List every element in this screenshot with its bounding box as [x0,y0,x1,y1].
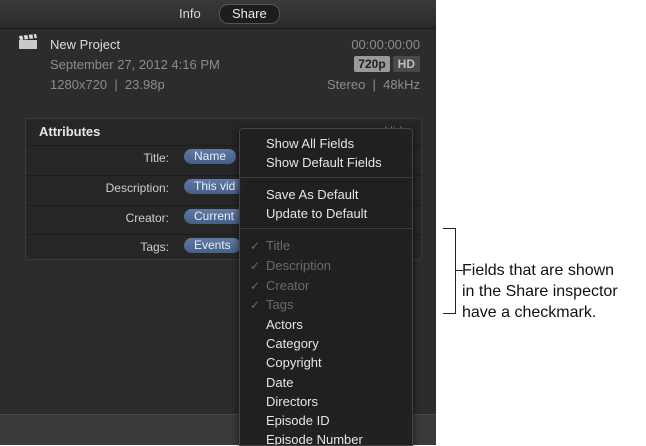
tab-share[interactable]: Share [219,4,280,24]
attributes-heading: Attributes [39,124,101,139]
checkmark-icon: ✓ [250,279,261,293]
checkmark-icon: ✓ [250,259,261,273]
menu-item-description[interactable]: Description [266,258,331,273]
attribute-token[interactable]: Events [184,238,241,253]
menu-item-show-all-fields[interactable]: Show All Fields [266,136,354,151]
attribute-label: Description: [105,181,169,195]
menu-item-actors[interactable]: Actors [266,317,303,332]
attribute-token[interactable]: Name [184,149,237,164]
project-audio: Stereo | 48kHz [327,77,420,92]
callout-bracket [443,228,456,314]
callout-line-1: Fields that are shown [462,262,615,279]
callout-line-3: have a checkmark. [462,304,597,321]
menu-item-title[interactable]: Title [266,238,290,253]
checkmark-icon: ✓ [250,298,261,312]
inspector-tab-bar: Info Share [0,0,436,29]
hd-badge: HD [392,56,420,72]
project-name: New Project [50,37,121,52]
menu-item-tags[interactable]: Tags [266,297,293,312]
project-date: September 27, 2012 4:16 PM [50,57,220,72]
menu-item-update-to-default[interactable]: Update to Default [266,206,367,221]
attribute-label: Tags: [140,240,169,254]
tab-info[interactable]: Info [167,5,213,23]
menu-item-save-as-default[interactable]: Save As Default [266,187,359,202]
attribute-token[interactable]: Current [184,209,245,224]
clapperboard-icon [19,34,37,49]
project-format: 1280x720 | 23.98p [50,77,165,92]
checkmark-icon: ✓ [250,239,261,253]
attributes-fields-menu: Show All Fields Show Default Fields Save… [239,128,413,446]
menu-item-directors[interactable]: Directors [266,394,318,409]
menu-separator [240,177,412,178]
menu-item-date[interactable]: Date [266,375,293,390]
attribute-label: Creator: [125,211,169,225]
attribute-token[interactable]: This vid [184,179,246,194]
menu-item-category[interactable]: Category [266,336,319,351]
menu-item-episode-id[interactable]: Episode ID [266,413,330,428]
menu-item-creator[interactable]: Creator [266,278,309,293]
menu-item-show-default-fields[interactable]: Show Default Fields [266,155,382,170]
menu-separator [240,228,412,229]
quality-badge: 720p [354,56,390,72]
project-timecode: 00:00:00:00 [351,37,420,52]
menu-item-copyright[interactable]: Copyright [266,355,322,370]
callout-line-2: in the Share inspector [462,283,618,300]
attribute-label: Title: [143,151,169,165]
format-badges: 720p HD [354,56,420,74]
